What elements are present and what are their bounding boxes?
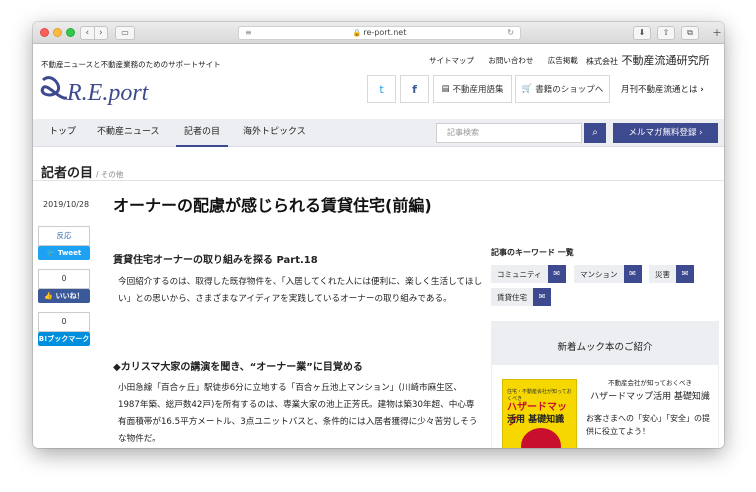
browser-window: ‹ › ▭ ≡ 🔒 re-port.net ↻ ⬇ ⇧ ⧉ + 不動産ニュースと不… (33, 22, 724, 448)
new-tab-button[interactable]: + (710, 22, 724, 44)
lock-icon: 🔒 (352, 29, 362, 37)
keyword-community[interactable]: コミュニティ ✉ (491, 265, 566, 283)
mook-panel[interactable]: 住宅・不動産会社が知っておくべき ハザードマップ 活用 基礎知識 不動産会社が知… (491, 364, 719, 448)
nav-top[interactable]: トップ (49, 119, 76, 147)
minimize-window-button[interactable] (53, 28, 62, 37)
book-icon: ▤ (441, 84, 450, 94)
cart-icon: 🛒 (521, 84, 533, 94)
facebook-icon: f (412, 82, 417, 96)
article-subtitle: 賃貸住宅オーナーの取り組みを探る Part.18 (113, 255, 318, 266)
register-label: メルマガ無料登録 (628, 128, 697, 138)
advertise-link[interactable]: 広告掲載 (548, 56, 578, 65)
search-icon[interactable]: ⌕ (584, 123, 606, 143)
section-header: 記者の目 / その他 (41, 162, 123, 181)
like-label: いいね！ (55, 292, 84, 300)
article-title: オーナーの配慮が感じられる賃貸住宅(前編) (113, 196, 432, 215)
cover-graphic (521, 428, 561, 448)
history-buttons: ‹ › (80, 26, 108, 40)
mook-title: 新着ムック本のご紹介 (557, 342, 653, 353)
search-input[interactable]: 記事検索 (436, 123, 582, 143)
tweet-count[interactable]: 反応 (38, 226, 90, 246)
article-paragraph-1: 今回紹介するのは、取得した既存物件を、「入居してくれた人には便利に、楽しく生活し… (118, 277, 483, 304)
glossary-button[interactable]: ▤ 不動産用語集 (433, 75, 512, 103)
like-count: 0 (38, 269, 90, 289)
sidebar-toggle-icon[interactable]: ▭ (115, 26, 135, 40)
site-tagline: 不動産ニュースと不動産業務のためのサポートサイト (41, 60, 221, 69)
zoom-window-button[interactable] (66, 28, 75, 37)
book-info: 不動産会社が知っておくべき ハザードマップ活用 基礎知識 お客さまへの「安心」「… (586, 377, 714, 438)
monthly-label: 月刊不動産流通とは (621, 85, 698, 95)
tabs-icon[interactable]: ⧉ (681, 26, 699, 40)
tweet-button[interactable]: 🐦 Tweet (38, 246, 90, 260)
twitter-button[interactable]: t (367, 75, 396, 103)
nav-news[interactable]: 不動産ニュース (97, 119, 160, 147)
article-date: 2019/10/28 (43, 200, 90, 209)
mail-icon[interactable]: ✉ (676, 265, 694, 283)
reload-icon[interactable]: ↻ (507, 27, 514, 39)
company-name[interactable]: 株式会社 不動産流通研究所 (586, 52, 710, 68)
book-small-text: 不動産会社が知っておくべき (608, 379, 692, 387)
section-title: 記者の目 (41, 166, 94, 181)
book-cover[interactable]: 住宅・不動産会社が知っておくべき ハザードマップ 活用 基礎知識 (502, 379, 577, 448)
keyword-label: コミュニティ (497, 269, 542, 279)
article-paragraph-2: 小田急線「百合ヶ丘」駅徒歩6分に立地する「百合ヶ丘池上マンション」(川崎市麻生区… (118, 383, 478, 444)
keyword-label: 災害 (655, 269, 670, 279)
facebook-button[interactable]: f (400, 75, 429, 103)
main-nav: トップ 不動産ニュース 記者の目 海外トピックス 記事検索 ⌕ メルマガ無料登録… (33, 119, 724, 147)
keyword-rental[interactable]: 賃貸住宅 ✉ (491, 288, 551, 306)
reader-icon[interactable]: ≡ (245, 27, 252, 39)
newsletter-register-button[interactable]: メルマガ無料登録 › (613, 123, 718, 143)
tweet-label: Tweet (57, 249, 82, 257)
back-button[interactable]: ‹ (81, 27, 94, 39)
mail-icon[interactable]: ✉ (547, 265, 566, 283)
like-widget: 0 👍 いいね！ (38, 269, 90, 303)
chevron-right-icon: › (700, 85, 704, 95)
share-icon[interactable]: ⇧ (657, 26, 675, 40)
breadcrumb[interactable]: / その他 (96, 170, 123, 179)
book-title[interactable]: ハザードマップ活用 基礎知識 (586, 391, 714, 404)
browser-toolbar: ‹ › ▭ ≡ 🔒 re-port.net ↻ ⬇ ⇧ ⧉ + (33, 22, 724, 44)
cover-title-2: 活用 基礎知識 (507, 415, 565, 425)
book-description: お客さまへの「安心」「安全」の提供に役立てよう！ (586, 414, 710, 436)
url-text: re-port.net (363, 28, 407, 37)
keyword-label: マンション (580, 269, 618, 279)
keyword-mansion[interactable]: マンション ✉ (574, 265, 642, 283)
glossary-label: 不動産用語集 (452, 85, 504, 95)
nav-reporter-eye[interactable]: 記者の目 (176, 119, 229, 147)
download-icon[interactable]: ⬇ (633, 26, 651, 40)
article-heading-2: ◆カリスマ大家の講演を聞き、“オーナー業”に目覚める (113, 362, 363, 373)
close-window-button[interactable] (40, 28, 49, 37)
site-logo[interactable]: R.E.port (37, 70, 167, 108)
like-button[interactable]: 👍 いいね！ (38, 289, 90, 303)
hatena-count: 0 (38, 312, 90, 332)
forward-button[interactable]: › (93, 27, 108, 39)
mook-section: 新着ムック本のご紹介 住宅・不動産会社が知っておくべき ハザードマップ 活用 基… (491, 321, 719, 448)
mail-icon[interactable]: ✉ (533, 288, 551, 306)
mail-icon[interactable]: ✉ (623, 265, 642, 283)
keyword-label: 賃貸住宅 (497, 292, 527, 302)
twitter-icon: t (379, 82, 384, 96)
contact-link[interactable]: お問い合わせ (488, 56, 533, 65)
web-page: 不動産ニュースと不動産業務のためのサポートサイト R.E.port サイトマップ… (33, 44, 724, 448)
tweet-widget: 反応 🐦 Tweet (38, 226, 90, 260)
nav-overseas[interactable]: 海外トピックス (243, 119, 306, 147)
hatena-button[interactable]: B!ブックマーク (38, 332, 90, 346)
divider (33, 180, 724, 181)
keyword-disaster[interactable]: 災害 ✉ (649, 265, 694, 283)
header-links: サイトマップ お問い合わせ 広告掲載 (429, 55, 590, 66)
shop-button[interactable]: 🛒 書籍のショップへ (515, 75, 610, 103)
monthly-link[interactable]: 月刊不動産流通とは › (621, 83, 704, 95)
logo-text: R.E.port (66, 80, 150, 106)
address-bar[interactable]: ≡ 🔒 re-port.net ↻ (238, 26, 521, 40)
hatena-widget: 0 B!ブックマーク (38, 312, 90, 346)
keywords-title: 記事のキーワード 一覧 (491, 248, 574, 257)
sitemap-link[interactable]: サイトマップ (429, 56, 474, 65)
company-prefix: 株式会社 (586, 57, 618, 66)
shop-label: 書籍のショップへ (535, 85, 604, 95)
company-title: 不動産流通研究所 (621, 54, 710, 67)
